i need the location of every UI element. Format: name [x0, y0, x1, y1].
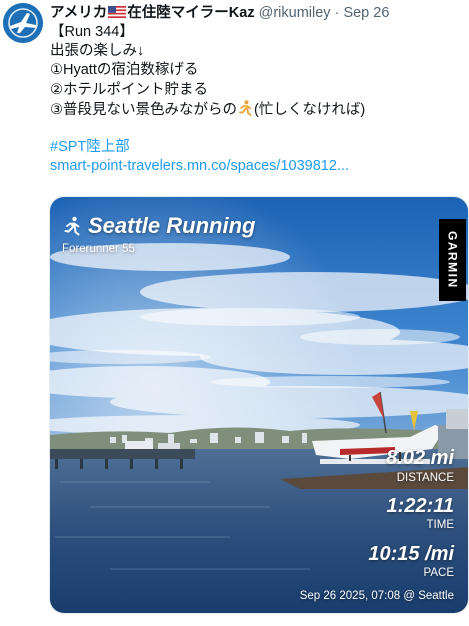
tweet-line-3: ①Hyattの宿泊数稼げる — [50, 62, 199, 79]
display-name-suffix: 在住陸マイラーKaz — [127, 5, 255, 21]
avatar[interactable] — [3, 3, 43, 43]
run-title: Seattle Running — [62, 213, 255, 239]
run-photo-card[interactable]: Seattle Running Forerunner 55 GARMIN 8.0… — [49, 196, 469, 614]
tweet-header: アメリカ 在住陸マイラーKaz @rikumiley · Sep 26 — [50, 4, 465, 24]
pace-label: PACE — [423, 567, 454, 579]
airplane-logo-icon — [3, 3, 43, 43]
distance-label: DISTANCE — [396, 472, 454, 484]
distance-value: 8.02 mi — [386, 447, 454, 469]
tweet-line-4: ②ホテルポイント貯まる — [50, 81, 208, 98]
hashtag-link[interactable]: #SPT陸上部 — [50, 138, 463, 157]
tweet-line-1: 【Run 344】 — [50, 24, 134, 40]
run-datetime-location: Sep 26 2025, 07:08 @ Seattle — [299, 590, 454, 602]
run-title-text: Seattle Running — [88, 213, 256, 238]
tweet-text: 【Run 344】 出張の楽しみ↓ ①Hyattの宿泊数稼げる ②ホテルポイント… — [50, 23, 463, 177]
tweet-line-2: 出張の楽しみ↓ — [50, 43, 145, 60]
time-label: TIME — [426, 519, 454, 531]
us-flag-icon — [108, 6, 127, 18]
device-name: Forerunner 55 — [62, 243, 135, 255]
separator-dot: · — [334, 5, 340, 21]
time-value: 1:22:11 — [386, 495, 454, 517]
tweet-date[interactable]: Sep 26 — [343, 5, 389, 21]
runner-icon — [64, 216, 80, 236]
woman-running-icon — [239, 99, 252, 116]
pace-value: 10:15 /mi — [368, 543, 454, 565]
display-name[interactable]: アメリカ 在住陸マイラーKaz — [50, 5, 255, 21]
url-link[interactable]: smart-point-travelers.mn.co/spaces/10398… — [50, 157, 463, 176]
garmin-logo: GARMIN — [445, 231, 460, 289]
tweet-line-5: ③普段見ない景色みながらの (忙しくなければ) — [50, 99, 463, 119]
tweet-line-5-suffix: (忙しくなければ) — [254, 101, 366, 118]
display-name-prefix: アメリカ — [50, 5, 108, 21]
user-handle[interactable]: @rikumiley — [259, 5, 331, 21]
tweet-line-5-text: ③普段見ない景色みながらの — [50, 101, 237, 118]
garmin-badge: GARMIN — [439, 219, 466, 301]
